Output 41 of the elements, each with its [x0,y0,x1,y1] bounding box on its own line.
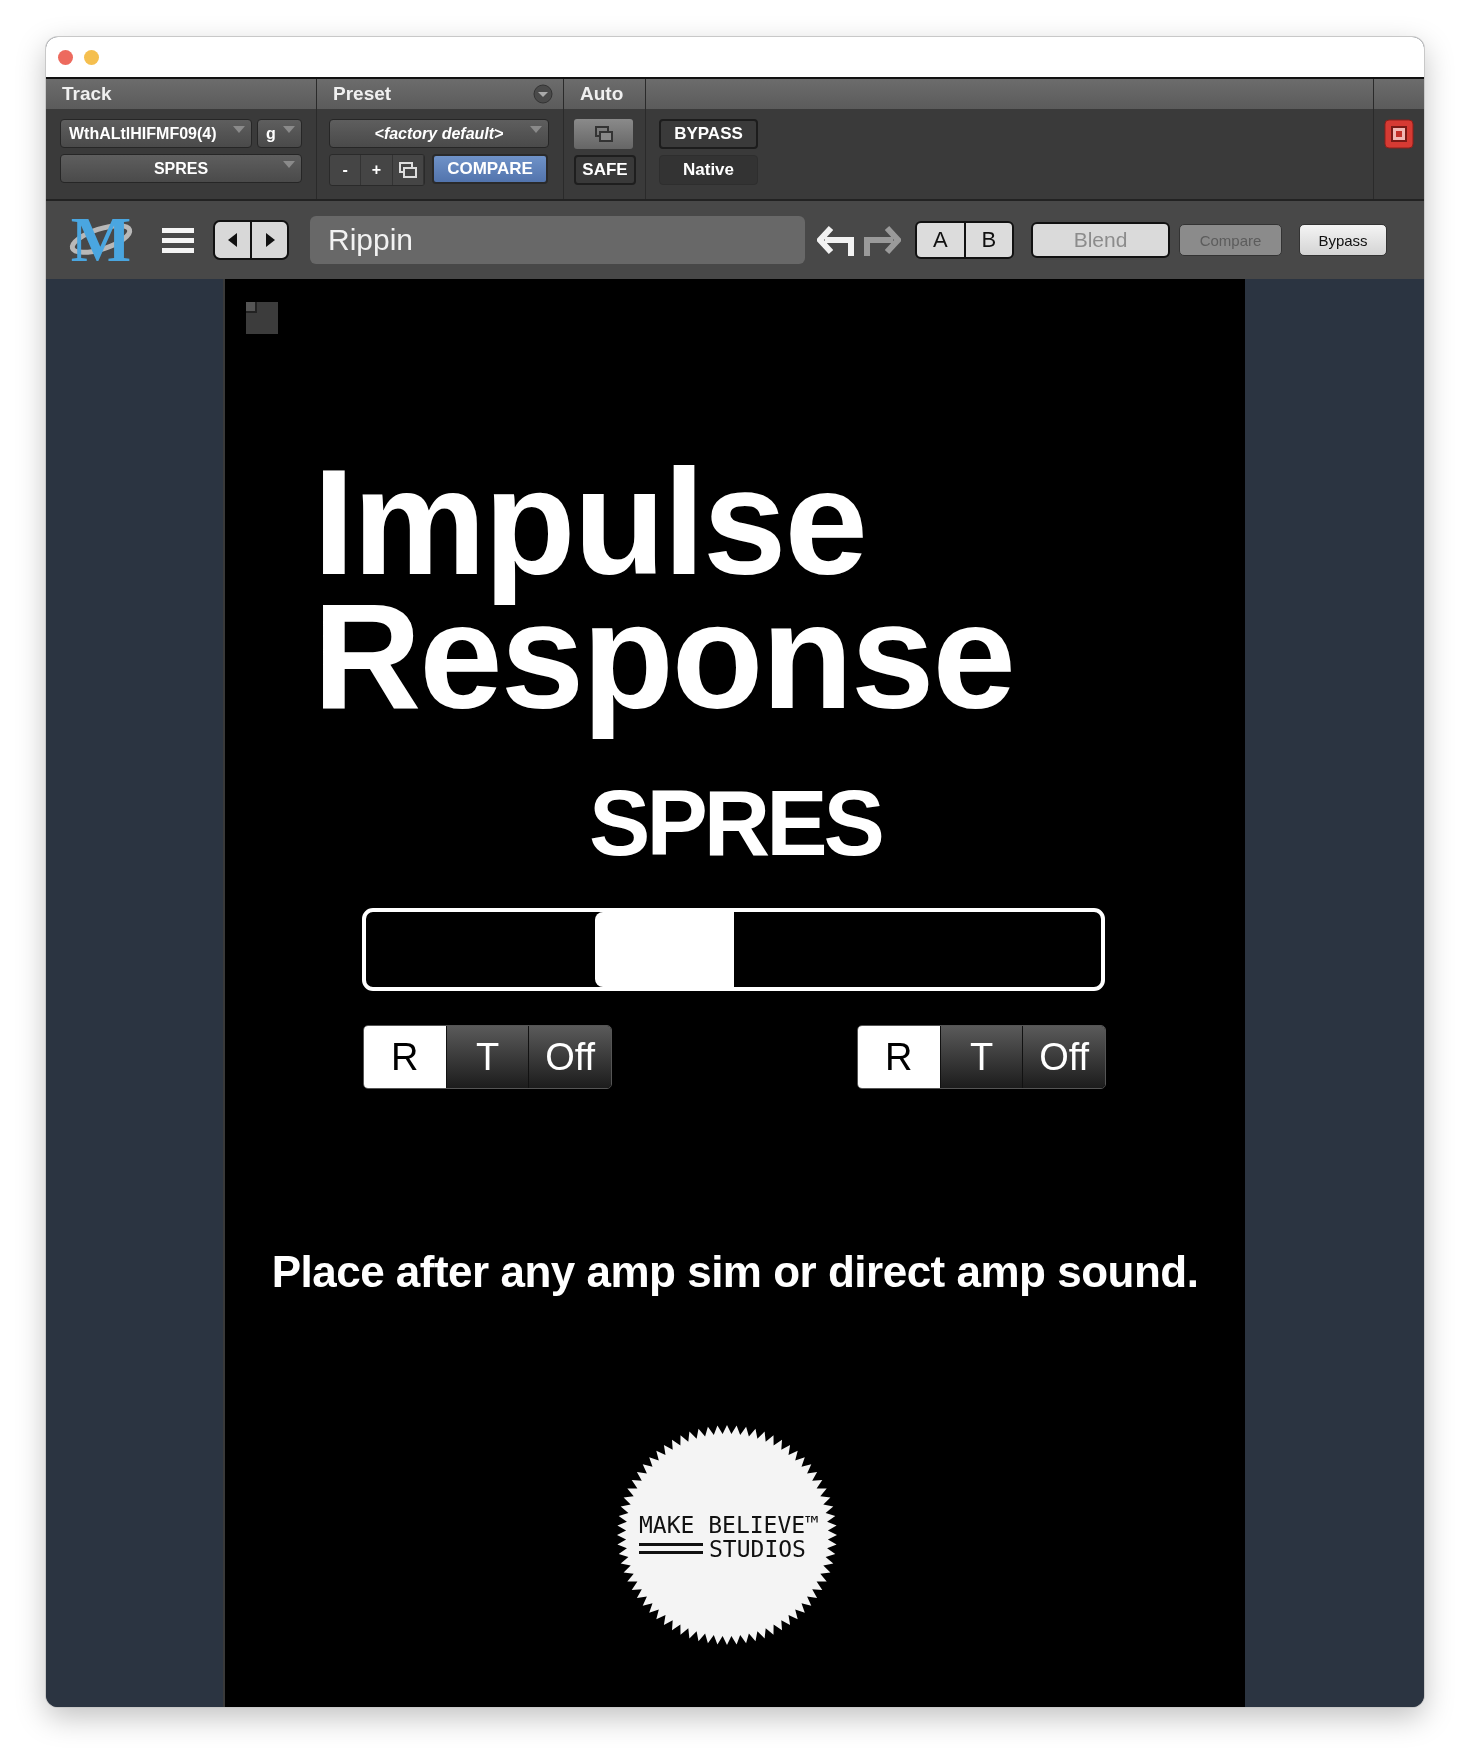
dropdown-arrow-icon [233,126,245,133]
menu-icon[interactable] [162,226,194,254]
dropdown-arrow-icon [530,126,542,133]
automation-window-button[interactable] [574,119,633,149]
copy-icon[interactable] [398,162,417,178]
plugin-name: SPRES [589,773,881,873]
insert-select[interactable]: SPRES [60,154,302,183]
column-label: Auto [564,79,645,109]
column-label: Track [46,79,316,109]
caret-right-icon [264,233,275,247]
next-preset-button[interactable]: + [361,155,393,185]
column-label: Preset [333,83,392,105]
bypass-button[interactable]: Bypass [1299,224,1387,256]
track-select[interactable]: WthALtlHIFMF09(4) [60,119,252,148]
ab-button[interactable]: B [963,223,1012,257]
close-button[interactable] [58,49,73,65]
mode-button[interactable]: Off [528,1026,611,1088]
previous-preset-button[interactable]: - [330,155,362,185]
windows-icon [594,126,613,142]
logo-text: STUDIOS [709,1537,806,1561]
mode-button[interactable]: T [445,1026,529,1088]
mode-button[interactable]: R [364,1026,446,1088]
mode-button[interactable]: Off [1022,1026,1105,1088]
mode-button[interactable]: T [939,1026,1023,1088]
preset-menu-icon[interactable] [533,84,553,104]
logo-text: MAKE BELIEVE™ [639,1513,819,1537]
compare-button[interactable]: COMPARE [432,154,548,184]
preset-select[interactable]: <factory default> [329,119,549,148]
dropdown-arrow-icon [283,126,295,133]
caret-left-icon [227,233,238,247]
preset-name-field[interactable]: Rippin [310,216,805,264]
native-indicator: Native [659,155,758,185]
group-select[interactable]: g [257,119,302,148]
mode-button[interactable]: R [858,1026,940,1088]
stop-icon[interactable] [1384,119,1414,149]
dropdown-arrow-icon [283,161,295,168]
slider-track[interactable] [362,908,1105,991]
ab-button[interactable]: A [917,223,964,257]
safe-button[interactable]: SAFE [574,155,636,185]
bypass-button[interactable]: BYPASS [659,119,758,149]
instruction-text: Place after any amp sim or direct amp sound. [271,1247,1199,1297]
